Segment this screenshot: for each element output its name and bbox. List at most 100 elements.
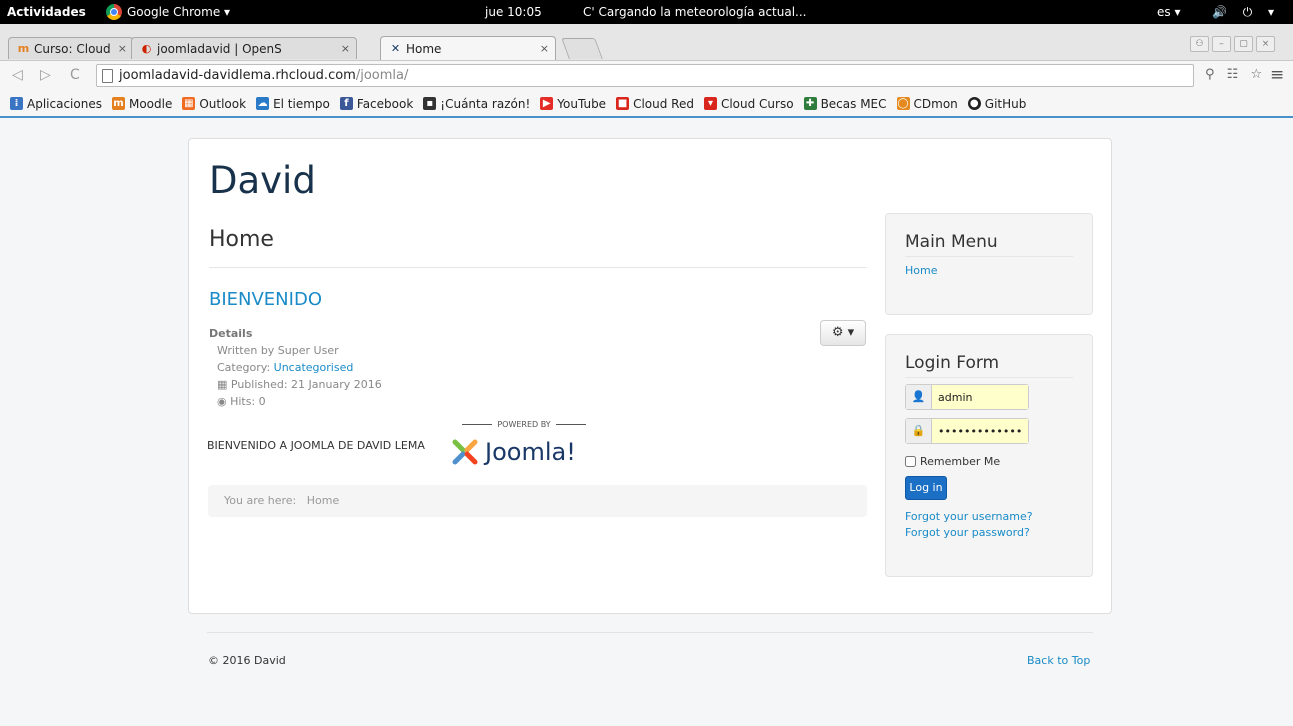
heading-divider	[209, 267, 867, 268]
bookmark-becas-mec[interactable]: ✚ Becas MEC	[803, 96, 887, 111]
tab-close-icon[interactable]: ×	[341, 38, 350, 59]
chrome-menu-icon[interactable]: ≡	[1270, 65, 1284, 85]
url-path: /joomla/	[355, 68, 409, 83]
login-form-title: Login Form	[905, 353, 1000, 373]
chrome-logo-icon	[106, 4, 122, 20]
joomla-logo-icon	[452, 439, 478, 465]
clock[interactable]: jue 10:05	[485, 0, 542, 24]
footer-divider	[207, 632, 1093, 633]
cdmon-icon: ◯	[896, 97, 910, 110]
github-icon: ●	[967, 97, 981, 110]
tab-home[interactable]: ✕ Home ×	[380, 36, 556, 60]
becas-mec-icon: ✚	[803, 97, 817, 110]
outlook-icon: ▦	[182, 97, 196, 110]
app-menu[interactable]: Google Chrome ▾	[106, 0, 230, 24]
profile-icon[interactable]: ⚇	[1190, 36, 1209, 52]
bookmark-label: Becas MEC	[820, 96, 887, 111]
moodle-icon: m	[111, 97, 125, 110]
weather-loading-text: C' Cargando la meteorología actual...	[583, 5, 807, 19]
main-menu-title: Main Menu	[905, 232, 998, 252]
password-group: 🔒	[905, 418, 1029, 444]
tab-joomladavid-openshift[interactable]: ◐ joomladavid | OpenS ×	[131, 37, 357, 59]
module-divider	[905, 377, 1073, 378]
youtube-icon: ▶	[540, 97, 554, 110]
bookmark-cloud-curso[interactable]: ▾ Cloud Curso	[703, 96, 794, 111]
tab-cloud-course[interactable]: m Curso: Cloud Compu ×	[8, 37, 134, 59]
copyright-text: © 2016 David	[208, 654, 286, 667]
system-status-icons[interactable]: 🔊 ⏻ ▾	[1212, 0, 1280, 24]
back-to-top-link[interactable]: Back to Top	[1027, 654, 1090, 667]
openshift-favicon-icon: ◐	[141, 42, 152, 55]
article-title[interactable]: BIENVENIDO	[209, 289, 322, 310]
tab-close-icon[interactable]: ×	[118, 38, 127, 59]
bookmark-label: GitHub	[984, 96, 1027, 111]
reload-icon[interactable]: C	[70, 67, 80, 83]
page-container: David Home BIENVENIDO ⚙ ▾ Details Writte…	[188, 138, 1112, 614]
weather-icon: ☁	[256, 97, 270, 110]
new-tab-button[interactable]	[561, 38, 603, 59]
navigation-bar: ◁ ▷ C joomladavid-davidlema.rhcloud.com/…	[0, 61, 1293, 91]
facebook-icon: f	[339, 97, 353, 110]
published-text: Published: 21 January 2016	[230, 378, 382, 391]
category-link[interactable]: Uncategorised	[274, 361, 354, 374]
powered-by-joomla-logo: POWERED BY Joomla!	[449, 420, 599, 470]
minimize-icon[interactable]: –	[1212, 36, 1231, 52]
article-tools-button[interactable]: ⚙ ▾	[820, 320, 866, 346]
menu-item-home[interactable]: Home	[905, 264, 937, 277]
activities-button[interactable]: Actividades	[7, 0, 86, 24]
tab-title: Curso: Cloud Compu	[34, 41, 112, 56]
bookmark-youtube[interactable]: ▶ YouTube	[540, 97, 606, 111]
bookmark-cuanta-razon[interactable]: ▪ ¡Cuánta razón!	[423, 97, 530, 111]
bookmark-github[interactable]: ● GitHub	[967, 96, 1027, 111]
bookmark-label: Moodle	[128, 96, 173, 111]
apps-icon: ⁞	[10, 97, 23, 110]
password-input[interactable]	[932, 419, 1028, 443]
forward-icon[interactable]: ▷	[40, 67, 51, 83]
bookmark-outlook[interactable]: ▦ Outlook	[182, 97, 246, 111]
site-title[interactable]: David	[209, 159, 316, 202]
window-controls: ⚇ – ▢ ×	[1190, 36, 1275, 52]
bookmark-cloud-red[interactable]: ■ Cloud Red	[616, 97, 694, 111]
category-row: Category: Uncategorised	[209, 359, 382, 376]
bookmark-cdmon[interactable]: ◯ CDmon	[896, 96, 958, 111]
tab-close-icon[interactable]: ×	[540, 38, 549, 60]
extension-icons[interactable]: ⚲ ☷ ☆	[1205, 67, 1266, 82]
remember-me-label: Remember Me	[920, 455, 1001, 468]
bookmark-label: Outlook	[199, 96, 247, 111]
forgot-username-link[interactable]: Forgot your username?	[905, 510, 1033, 523]
bookmark-label: YouTube	[557, 96, 607, 111]
bookmark-label: Aplicaciones	[27, 96, 102, 111]
username-input[interactable]	[932, 385, 1028, 409]
page-icon	[102, 69, 113, 83]
category-label: Category:	[217, 361, 274, 374]
bookmark-label: Cloud Curso	[720, 96, 794, 111]
forgot-password-link[interactable]: Forgot your password?	[905, 526, 1030, 539]
bookmark-label: CDmon	[913, 96, 958, 111]
username-group: 👤	[905, 384, 1029, 410]
breadcrumb-label: You are here:	[224, 494, 297, 507]
language-selector[interactable]: es ▾	[1157, 0, 1180, 24]
remember-me-checkbox[interactable]	[905, 456, 916, 467]
bookmark-facebook[interactable]: f Facebook	[339, 97, 413, 111]
main-menu-module: Main Menu Home	[885, 213, 1093, 315]
breadcrumb: You are here: Home	[208, 485, 867, 517]
article-body: BIENVENIDO A JOOMLA DE DAVID LEMA	[207, 439, 425, 452]
published-row: ▦ Published: 21 January 2016	[209, 376, 382, 393]
user-icon: 👤	[906, 385, 932, 409]
bookmark-el-tiempo[interactable]: ☁ El tiempo	[256, 97, 330, 111]
back-icon[interactable]: ◁	[12, 67, 23, 83]
page-heading: Home	[209, 227, 274, 252]
bookmark-aplicaciones[interactable]: ⁞ Aplicaciones	[10, 97, 102, 111]
close-window-icon[interactable]: ×	[1256, 36, 1275, 52]
joomla-wordmark: Joomla!	[485, 438, 576, 466]
login-button[interactable]: Log in	[905, 476, 947, 500]
maximize-icon[interactable]: ▢	[1234, 36, 1253, 52]
hits-row: ◉ Hits: 0	[209, 393, 382, 410]
calendar-icon: ▦	[217, 378, 231, 391]
details-label: Details	[209, 327, 253, 340]
remember-me[interactable]: Remember Me	[905, 455, 1000, 468]
author-text: Written by Super User	[217, 344, 339, 357]
address-bar[interactable]: joomladavid-davidlema.rhcloud.com/joomla…	[96, 64, 1194, 87]
bookmarks-bar: ⁞ Aplicaciones m Moodle ▦ Outlook ☁ El tiemp…	[0, 91, 1293, 118]
bookmark-moodle[interactable]: m Moodle	[111, 96, 173, 111]
